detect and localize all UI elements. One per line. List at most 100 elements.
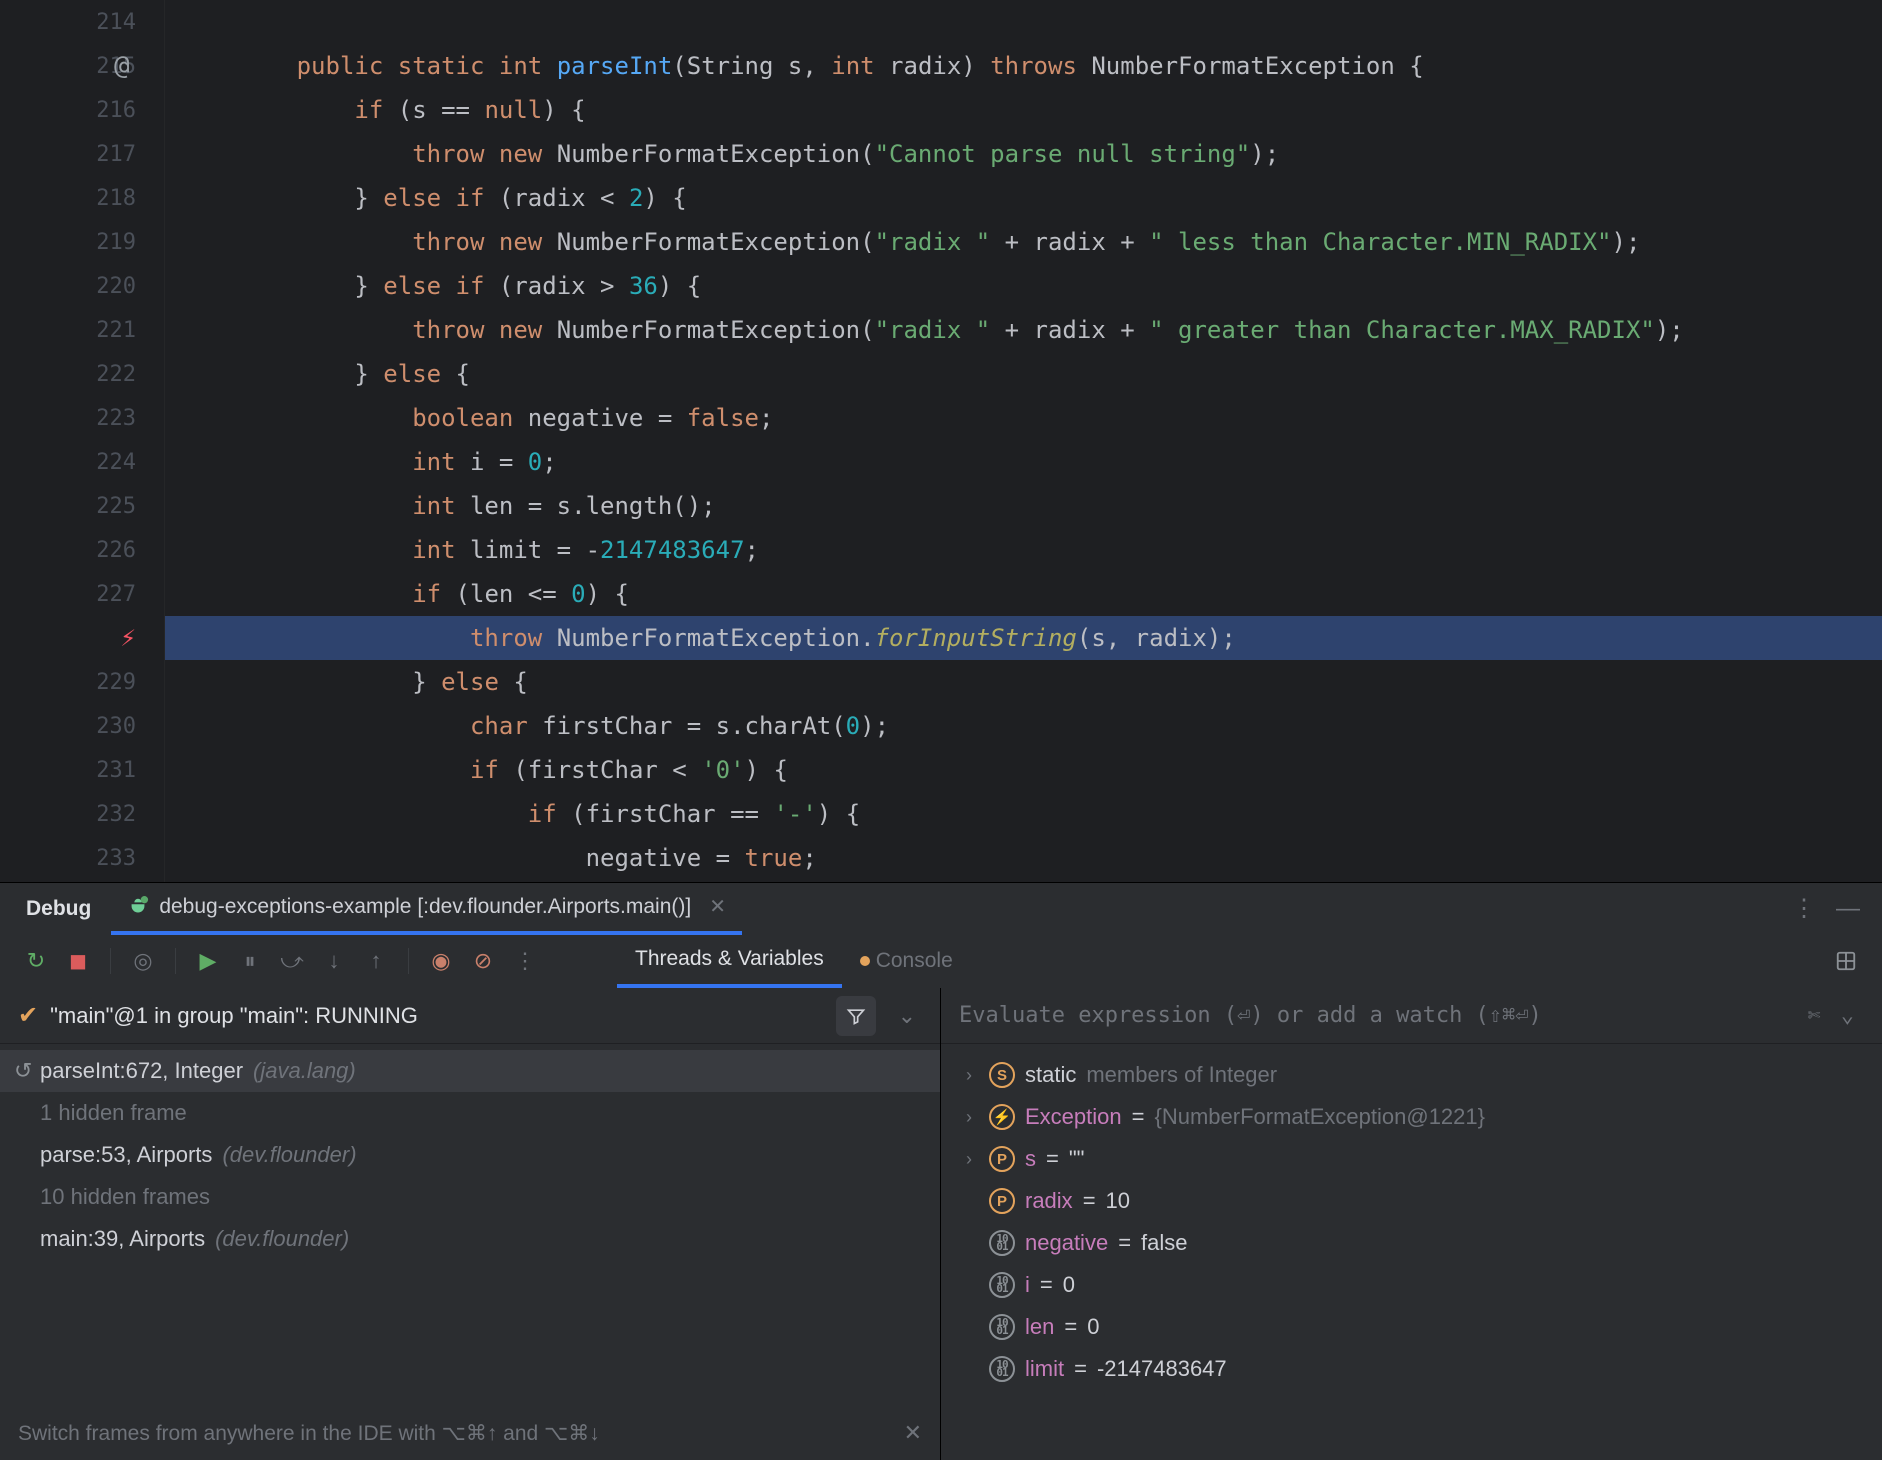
code-line[interactable]: int i = 0; bbox=[165, 440, 1882, 484]
code-line[interactable]: if (s == null) { bbox=[165, 88, 1882, 132]
stack-frame[interactable]: ↺parseInt:672, Integer (java.lang) bbox=[0, 1050, 940, 1092]
editor-gutter[interactable]: 214215@216217218219220221222223224225226… bbox=[0, 0, 165, 882]
stack-frame[interactable]: parse:53, Airports (dev.flounder) bbox=[0, 1134, 940, 1176]
gutter-line[interactable]: 233 bbox=[0, 836, 164, 880]
thread-selector[interactable]: ✔ "main"@1 in group "main": RUNNING ⌄ bbox=[0, 988, 940, 1044]
code-line[interactable]: boolean negative = false; bbox=[165, 396, 1882, 440]
variable-kind-icon: ⚡ bbox=[989, 1104, 1015, 1130]
gutter-line[interactable]: 225 bbox=[0, 484, 164, 528]
code-line[interactable]: negative = true; bbox=[165, 836, 1882, 880]
code-line[interactable]: int limit = -2147483647; bbox=[165, 528, 1882, 572]
variable-row[interactable]: ›Ps = "" bbox=[941, 1138, 1882, 1180]
close-hint-icon[interactable]: ✕ bbox=[904, 1420, 922, 1446]
frames-pane: ✔ "main"@1 in group "main": RUNNING ⌄ ↺p… bbox=[0, 988, 941, 1460]
code-line[interactable]: throw new NumberFormatException("radix "… bbox=[165, 220, 1882, 264]
gutter-line[interactable]: 226 bbox=[0, 528, 164, 572]
code-line[interactable]: throw new NumberFormatException("Cannot … bbox=[165, 132, 1882, 176]
hint-text: Switch frames from anywhere in the IDE w… bbox=[18, 1421, 600, 1446]
override-annotation-icon[interactable]: @ bbox=[114, 51, 130, 81]
resume-button[interactable]: ▶ bbox=[188, 941, 228, 981]
toolbar-more-icon[interactable]: ⋮ bbox=[505, 941, 545, 981]
variable-row[interactable]: ›⚡Exception = {NumberFormatException@122… bbox=[941, 1096, 1882, 1138]
variable-kind-icon: P bbox=[989, 1188, 1015, 1214]
code-line[interactable]: if (firstChar == '-') { bbox=[165, 792, 1882, 836]
step-out-button[interactable]: ↑ bbox=[356, 941, 396, 981]
gutter-line[interactable]: 217 bbox=[0, 132, 164, 176]
gutter-line[interactable]: 222 bbox=[0, 352, 164, 396]
code-line[interactable]: if (len <= 0) { bbox=[165, 572, 1882, 616]
view-breakpoints-button[interactable]: ◉ bbox=[421, 941, 461, 981]
gutter-line[interactable]: 231 bbox=[0, 748, 164, 792]
tab-threads-variables[interactable]: Threads & Variables bbox=[617, 934, 842, 988]
gutter-line[interactable]: 224 bbox=[0, 440, 164, 484]
variable-kind-icon: P bbox=[989, 1146, 1015, 1172]
variables-list[interactable]: ›Sstatic members of Integer›⚡Exception =… bbox=[941, 1044, 1882, 1400]
tool-window-title[interactable]: Debug bbox=[12, 897, 105, 921]
mute-breakpoints-button[interactable]: ⊘ bbox=[463, 941, 503, 981]
gutter-line[interactable]: 227 bbox=[0, 572, 164, 616]
show-execution-point-button[interactable]: ◎ bbox=[123, 941, 163, 981]
gutter-line[interactable]: 218 bbox=[0, 176, 164, 220]
rerun-button[interactable]: ↻ bbox=[16, 941, 56, 981]
variable-row[interactable]: 1001limit = -2147483647 bbox=[941, 1348, 1882, 1390]
code-line[interactable]: int len = s.length(); bbox=[165, 484, 1882, 528]
stop-button[interactable]: ◼ bbox=[58, 941, 98, 981]
breakpoint-icon[interactable]: ⚡ bbox=[120, 623, 136, 653]
stack-frame[interactable]: main:39, Airports (dev.flounder) bbox=[0, 1218, 940, 1260]
gutter-line[interactable]: 221 bbox=[0, 308, 164, 352]
gutter-line[interactable]: 229 bbox=[0, 660, 164, 704]
code-line[interactable]: } else { bbox=[165, 352, 1882, 396]
bug-icon bbox=[127, 896, 149, 918]
variable-row[interactable]: Pradix = 10 bbox=[941, 1180, 1882, 1222]
step-into-button[interactable]: ↓ bbox=[314, 941, 354, 981]
gutter-line[interactable]: 216 bbox=[0, 88, 164, 132]
chevron-down-icon[interactable]: ⌄ bbox=[888, 1003, 922, 1029]
gutter-line[interactable]: 230 bbox=[0, 704, 164, 748]
variable-row[interactable]: ›Sstatic members of Integer bbox=[941, 1054, 1882, 1096]
variable-kind-icon: 1001 bbox=[989, 1230, 1015, 1256]
more-icon[interactable]: ⋮ bbox=[1782, 894, 1826, 923]
filter-button[interactable] bbox=[836, 996, 876, 1036]
layout-settings-button[interactable] bbox=[1826, 941, 1866, 981]
editor-code[interactable]: public static int parseInt(String s, int… bbox=[165, 0, 1882, 882]
expand-chevron-icon[interactable]: › bbox=[959, 1107, 979, 1128]
scissors-icon[interactable]: ✄ bbox=[1798, 1003, 1831, 1028]
step-over-button[interactable]: ⤻ bbox=[272, 941, 312, 981]
pause-button[interactable]: ⏸ bbox=[230, 941, 270, 981]
chevron-down-icon[interactable]: ⌄ bbox=[1831, 1003, 1864, 1028]
code-line[interactable]: public static int parseInt(String s, int… bbox=[165, 44, 1882, 88]
frames-list[interactable]: ↺parseInt:672, Integer (java.lang)1 hidd… bbox=[0, 1044, 940, 1266]
gutter-line[interactable]: 220 bbox=[0, 264, 164, 308]
stack-frame[interactable]: 10 hidden frames bbox=[0, 1176, 940, 1218]
code-line[interactable]: } else if (radix < 2) { bbox=[165, 176, 1882, 220]
expand-chevron-icon[interactable]: › bbox=[959, 1149, 979, 1170]
evaluate-expression-input[interactable]: Evaluate expression (⏎) or add a watch (… bbox=[941, 988, 1882, 1044]
run-config-tab[interactable]: debug-exceptions-example [:dev.flounder.… bbox=[111, 883, 742, 935]
gutter-line[interactable]: 232 bbox=[0, 792, 164, 836]
code-line[interactable]: if (firstChar < '0') { bbox=[165, 748, 1882, 792]
drop-frame-icon[interactable]: ↺ bbox=[14, 1058, 32, 1084]
gutter-line[interactable]: 215@ bbox=[0, 44, 164, 88]
gutter-line[interactable]: 219 bbox=[0, 220, 164, 264]
code-line[interactable]: char firstChar = s.charAt(0); bbox=[165, 704, 1882, 748]
expand-chevron-icon[interactable]: › bbox=[959, 1065, 979, 1086]
check-icon: ✔ bbox=[18, 1001, 38, 1030]
run-config-label: debug-exceptions-example [:dev.flounder.… bbox=[159, 895, 691, 919]
variable-row[interactable]: 1001negative = false bbox=[941, 1222, 1882, 1264]
variable-row[interactable]: 1001len = 0 bbox=[941, 1306, 1882, 1348]
gutter-line[interactable]: 214 bbox=[0, 0, 164, 44]
tab-console[interactable]: Console bbox=[842, 934, 971, 988]
close-tab-icon[interactable]: ✕ bbox=[709, 894, 726, 919]
code-line[interactable] bbox=[165, 0, 1882, 44]
code-line[interactable]: throw new NumberFormatException("radix "… bbox=[165, 308, 1882, 352]
gutter-line[interactable]: 223 bbox=[0, 396, 164, 440]
gutter-line[interactable]: ⚡ bbox=[0, 616, 164, 660]
variable-row[interactable]: 1001i = 0 bbox=[941, 1264, 1882, 1306]
code-line[interactable]: } else { bbox=[165, 660, 1882, 704]
code-line[interactable]: throw NumberFormatException.forInputStri… bbox=[165, 616, 1882, 660]
minimize-icon[interactable]: — bbox=[1826, 895, 1870, 923]
debug-toolbar: ↻ ◼ ◎ ▶ ⏸ ⤻ ↓ ↑ ◉ ⊘ ⋮ Threads & Variable… bbox=[0, 934, 1882, 988]
stack-frame[interactable]: 1 hidden frame bbox=[0, 1092, 940, 1134]
dot-indicator-icon bbox=[860, 956, 870, 966]
code-line[interactable]: } else if (radix > 36) { bbox=[165, 264, 1882, 308]
